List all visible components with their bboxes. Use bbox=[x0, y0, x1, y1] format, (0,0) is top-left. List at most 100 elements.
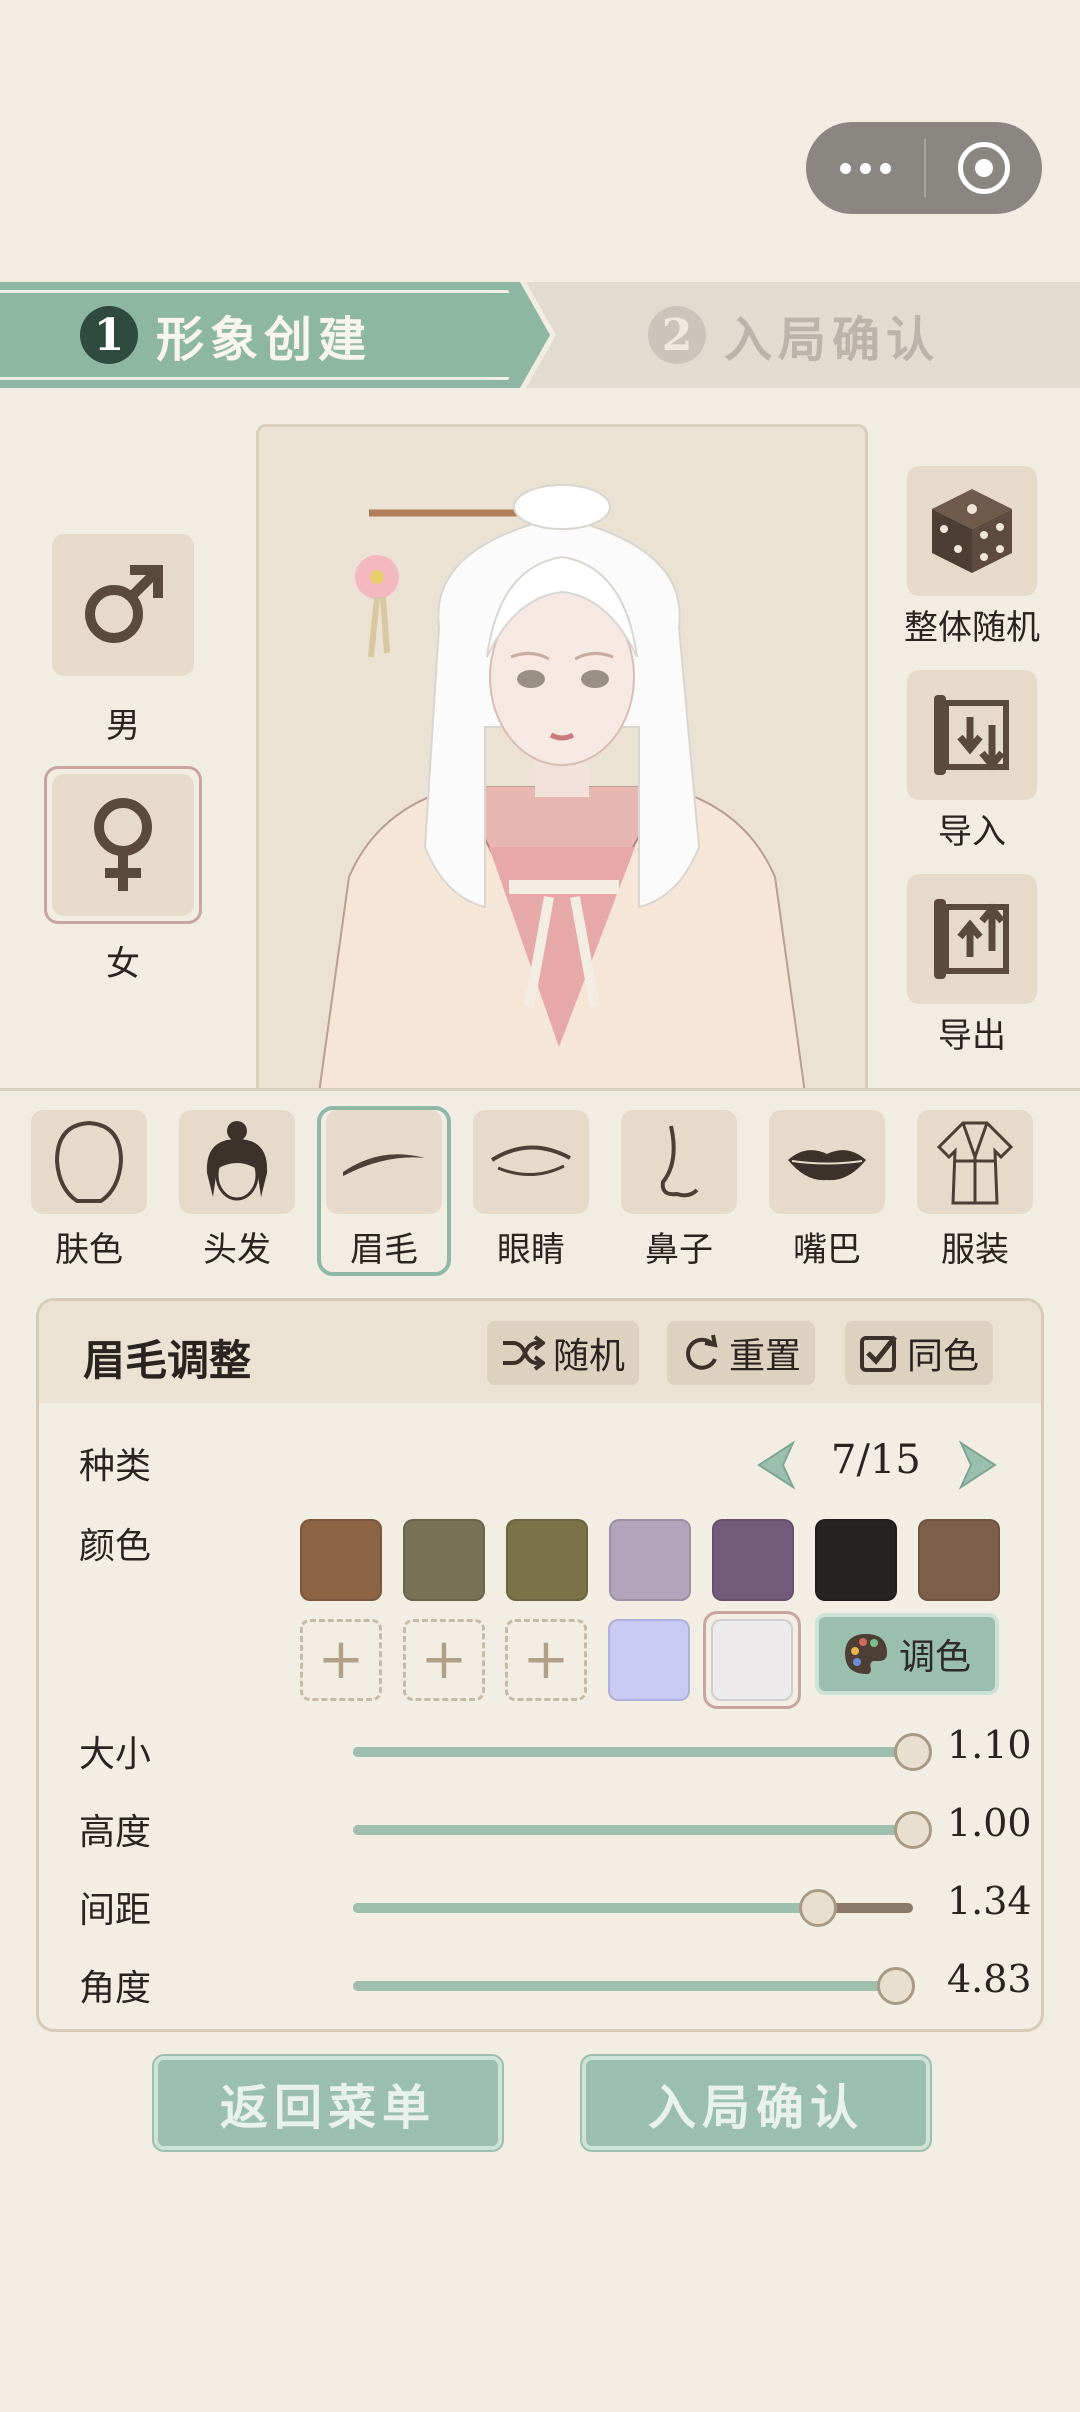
import-action[interactable]: 导入 bbox=[882, 670, 1062, 853]
category-label: 头发 bbox=[203, 1230, 271, 1270]
male-icon bbox=[85, 565, 163, 643]
step-2: 2 入局确认 bbox=[648, 282, 940, 388]
category-hair[interactable]: 头发 bbox=[172, 1110, 302, 1271]
random-all-action[interactable]: 整体随机 bbox=[882, 466, 1062, 649]
step-1-number: 1 bbox=[80, 306, 138, 364]
export-icon bbox=[934, 899, 1009, 979]
slider-value: 1.00 bbox=[947, 1801, 1032, 1845]
slider-fill bbox=[353, 1903, 818, 1913]
male-button[interactable] bbox=[52, 534, 194, 676]
slider-value: 4.83 bbox=[947, 1957, 1032, 2001]
eye-icon bbox=[490, 1145, 571, 1177]
category-outfit[interactable]: 服装 bbox=[910, 1110, 1040, 1271]
male-label: 男 bbox=[106, 706, 140, 746]
more-icon[interactable] bbox=[806, 162, 924, 174]
category-mouth[interactable]: 嘴巴 bbox=[762, 1110, 892, 1271]
category-label: 眼睛 bbox=[497, 1230, 565, 1270]
export-action[interactable]: 导出 bbox=[882, 874, 1062, 1057]
custom-color-swatch[interactable] bbox=[711, 1619, 793, 1701]
slider-track[interactable] bbox=[353, 1889, 913, 1927]
add-color-slot[interactable]: + bbox=[403, 1619, 485, 1701]
slider-label: 间距 bbox=[79, 1890, 152, 1931]
random-all-label: 整体随机 bbox=[904, 608, 1040, 648]
eyes-icon-box[interactable] bbox=[473, 1110, 589, 1214]
color-swatch[interactable] bbox=[815, 1519, 897, 1601]
color-swatch[interactable] bbox=[712, 1519, 794, 1601]
slider-label: 角度 bbox=[79, 1968, 152, 2009]
palette-button[interactable]: 调色 bbox=[815, 1613, 999, 1695]
add-color-slot[interactable]: + bbox=[300, 1619, 382, 1701]
slider-value: 1.34 bbox=[947, 1879, 1032, 1923]
slider-fill bbox=[353, 1981, 897, 1991]
step-1: 1 形象创建 bbox=[80, 282, 372, 388]
category-label: 嘴巴 bbox=[793, 1230, 861, 1270]
slider-track[interactable] bbox=[353, 1811, 932, 1849]
color-label: 颜色 bbox=[79, 1526, 152, 1567]
face-outline-icon bbox=[54, 1120, 124, 1203]
slider-knob[interactable] bbox=[894, 1811, 932, 1849]
mouth-icon-box[interactable] bbox=[769, 1110, 885, 1214]
slider-track[interactable] bbox=[353, 1733, 932, 1771]
gender-female[interactable]: 女 bbox=[44, 766, 202, 985]
category-label: 鼻子 bbox=[645, 1230, 713, 1270]
color-swatch[interactable] bbox=[918, 1519, 1000, 1601]
character-preview bbox=[256, 424, 868, 1090]
back-to-menu-button[interactable]: 返回菜单 bbox=[154, 2056, 502, 2150]
slider-knob[interactable] bbox=[877, 1967, 916, 2005]
section-divider bbox=[0, 1088, 1080, 1091]
slider-fill bbox=[353, 1747, 913, 1757]
slider-value: 1.10 bbox=[947, 1723, 1032, 1767]
color-swatch[interactable] bbox=[403, 1519, 485, 1601]
category-label: 服装 bbox=[941, 1230, 1009, 1270]
lips-icon bbox=[788, 1150, 866, 1181]
panel-header: 眉毛调整 随机 重置 同色 bbox=[39, 1301, 1041, 1403]
close-target-icon[interactable] bbox=[926, 142, 1042, 194]
reset-button[interactable]: 重置 bbox=[667, 1321, 816, 1385]
slider-track[interactable] bbox=[353, 1967, 916, 2005]
import-button[interactable] bbox=[907, 670, 1037, 800]
color-swatch[interactable] bbox=[609, 1519, 691, 1601]
reset-label: 重置 bbox=[729, 1336, 802, 1377]
custom-color-swatch[interactable] bbox=[608, 1619, 690, 1701]
reset-icon bbox=[686, 1334, 718, 1370]
hair-icon-box[interactable] bbox=[179, 1110, 295, 1214]
same-color-toggle[interactable]: 同色 bbox=[845, 1321, 994, 1385]
step-bar: 1 形象创建 2 入局确认 bbox=[0, 282, 1080, 388]
slider-knob[interactable] bbox=[894, 1733, 932, 1771]
confirm-entry-button[interactable]: 入局确认 bbox=[582, 2056, 930, 2150]
slider-fill bbox=[353, 1825, 913, 1835]
export-button[interactable] bbox=[907, 874, 1037, 1004]
type-label: 种类 bbox=[79, 1446, 152, 1487]
outfit-icon-box[interactable] bbox=[917, 1110, 1033, 1214]
female-button[interactable] bbox=[52, 774, 194, 916]
color-swatch[interactable] bbox=[300, 1519, 382, 1601]
import-icon bbox=[934, 695, 1009, 775]
palette-label: 调色 bbox=[898, 1637, 971, 1678]
category-skin[interactable]: 肤色 bbox=[24, 1110, 154, 1271]
skin-icon-box[interactable] bbox=[31, 1110, 147, 1214]
prev-arrow-icon[interactable] bbox=[751, 1439, 803, 1491]
step-2-number: 2 bbox=[648, 306, 706, 364]
category-eyes[interactable]: 眼睛 bbox=[466, 1110, 596, 1271]
shuffle-icon bbox=[503, 1335, 545, 1371]
step-2-label: 入局确认 bbox=[724, 312, 941, 368]
color-swatch[interactable] bbox=[506, 1519, 588, 1601]
category-selected-ring bbox=[317, 1106, 451, 1276]
gender-male[interactable]: 男 bbox=[52, 534, 194, 747]
female-selected-ring[interactable] bbox=[44, 766, 202, 924]
category-label: 肤色 bbox=[55, 1230, 123, 1270]
category-nose[interactable]: 鼻子 bbox=[614, 1110, 744, 1271]
female-label: 女 bbox=[106, 944, 140, 984]
random-button[interactable]: 随机 bbox=[487, 1321, 640, 1385]
panel-title: 眉毛调整 bbox=[83, 1336, 252, 1385]
import-label: 导入 bbox=[938, 812, 1006, 852]
random-all-button[interactable] bbox=[907, 466, 1037, 596]
type-counter: 7/15 bbox=[831, 1437, 921, 1483]
next-arrow-icon[interactable] bbox=[951, 1439, 1003, 1491]
slider-knob[interactable] bbox=[798, 1889, 837, 1927]
nose-icon-box[interactable] bbox=[621, 1110, 737, 1214]
same-color-label: 同色 bbox=[907, 1336, 980, 1377]
add-color-slot[interactable]: + bbox=[505, 1619, 587, 1701]
checkbox-checked-icon bbox=[860, 1335, 897, 1372]
export-label: 导出 bbox=[938, 1016, 1006, 1056]
